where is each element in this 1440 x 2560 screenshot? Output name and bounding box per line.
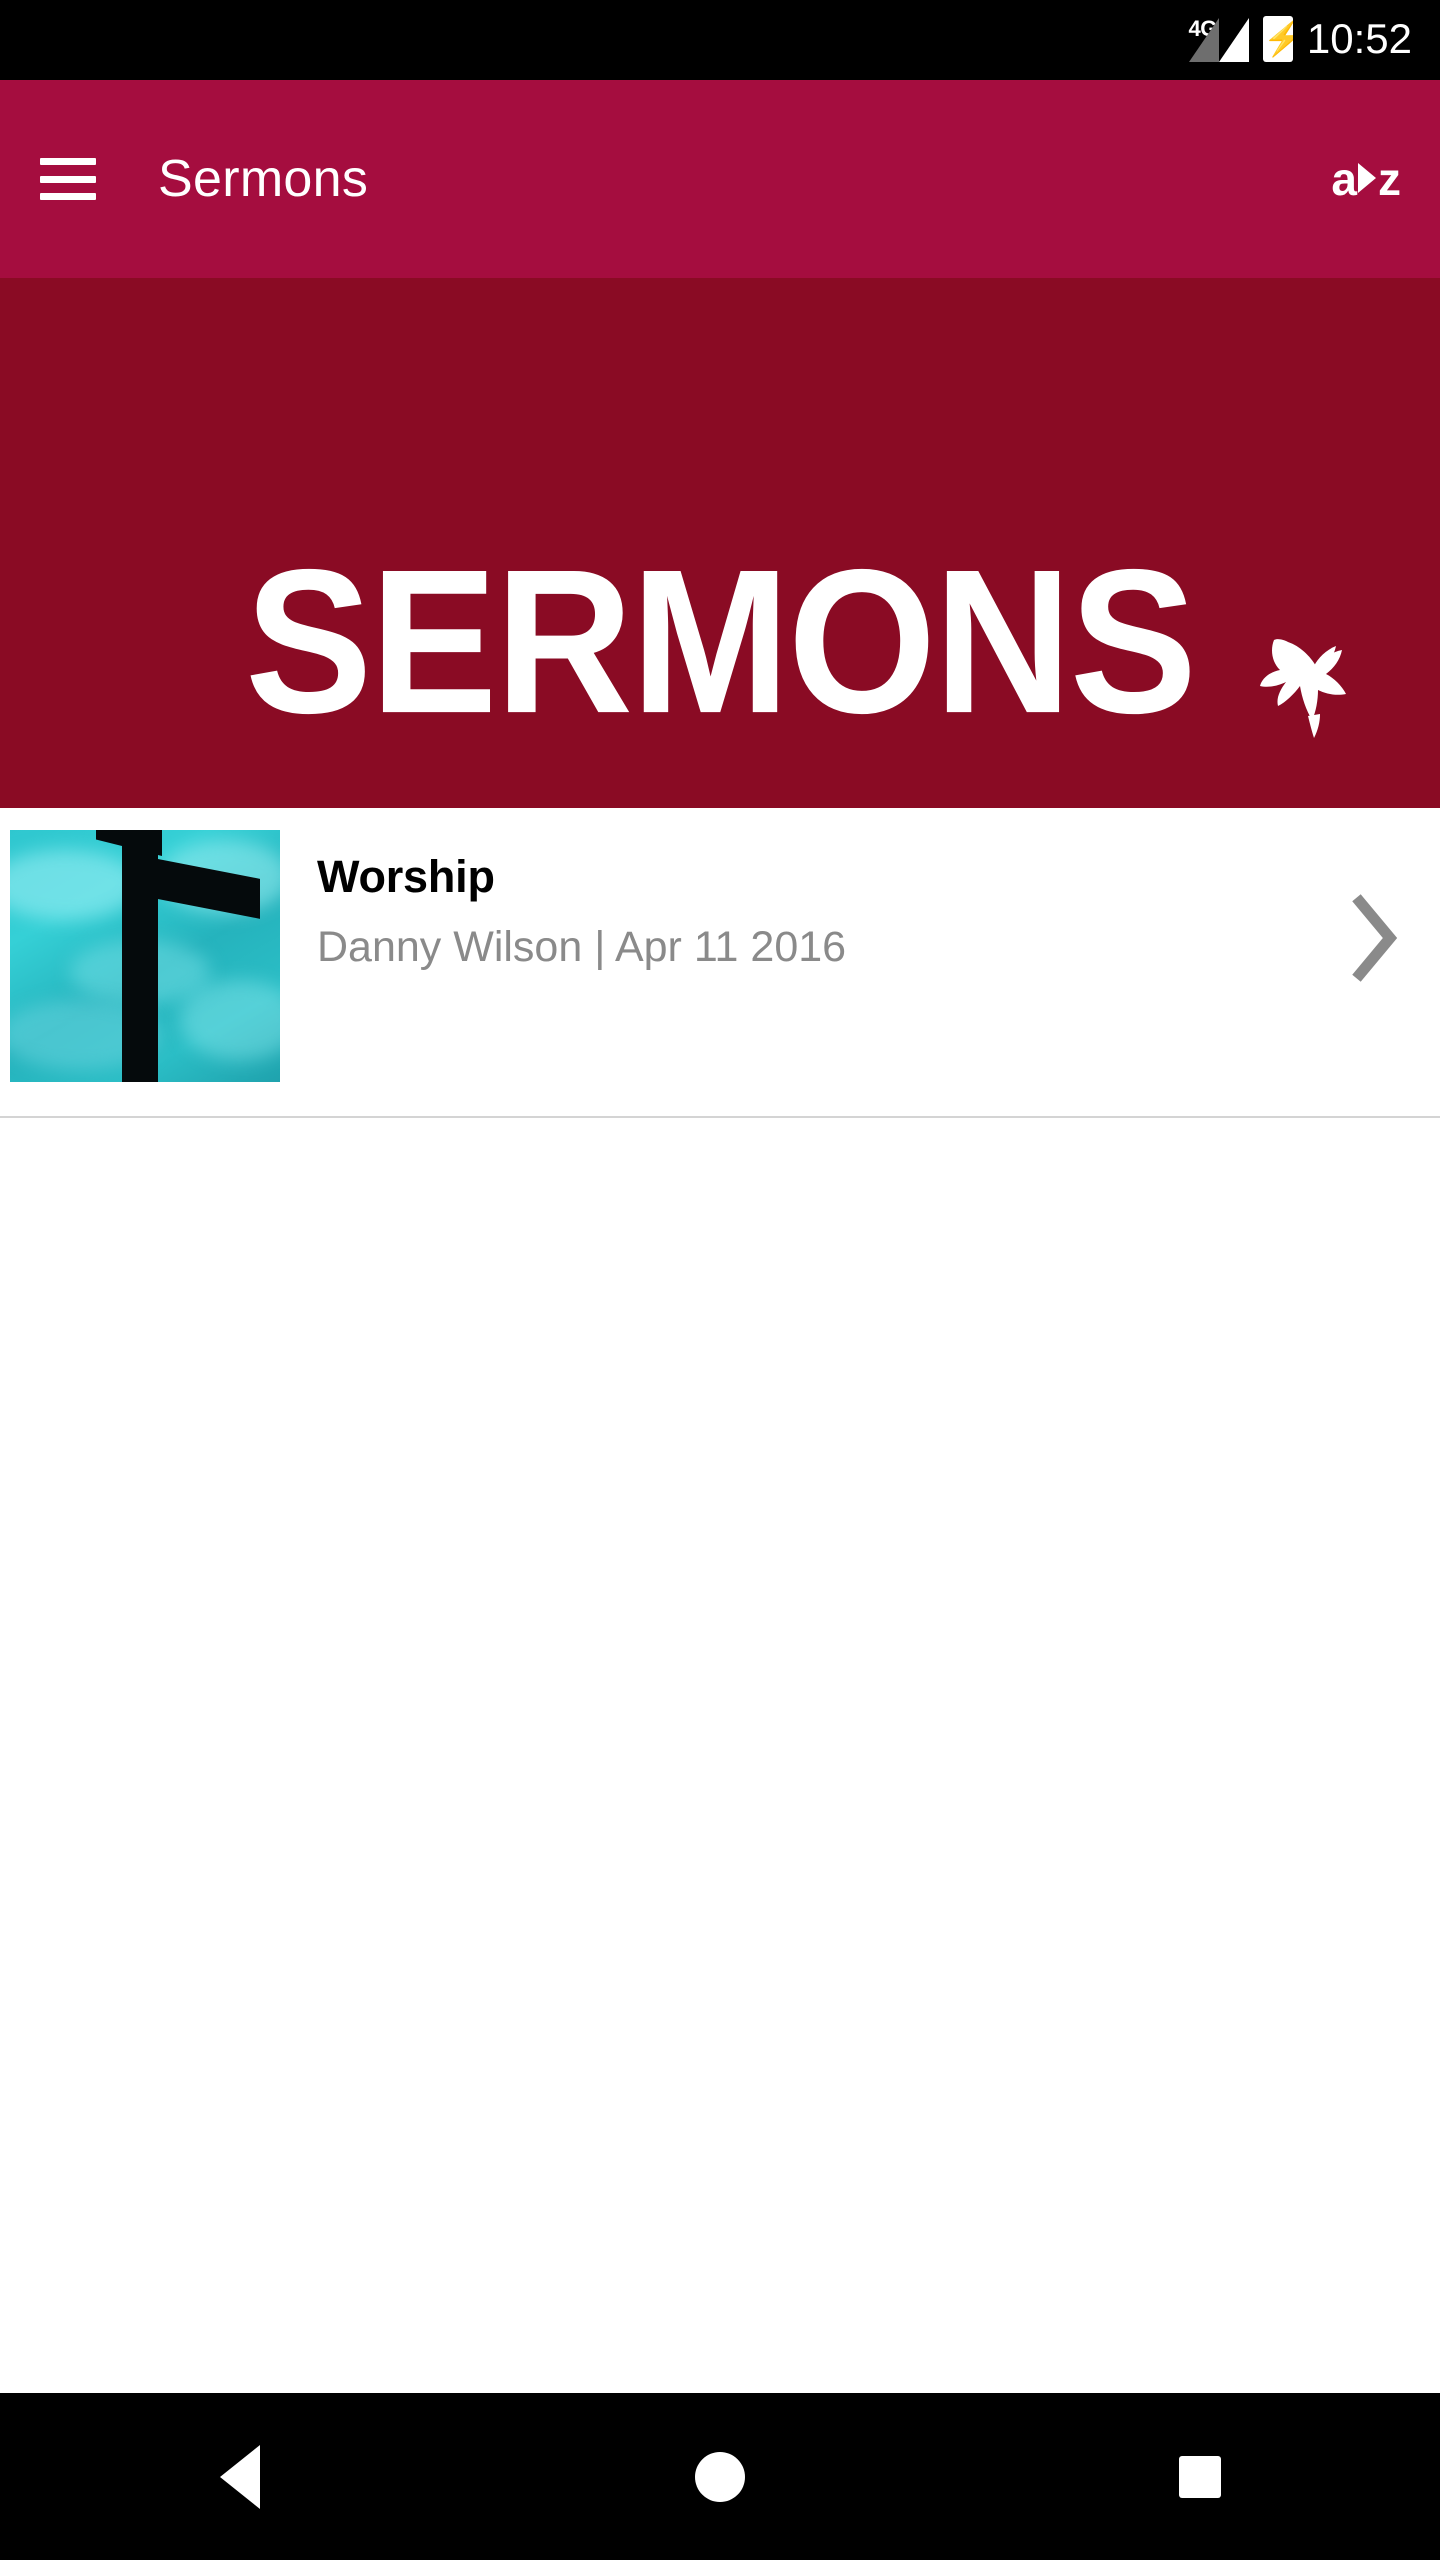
az-logo-left-letter: a: [1331, 153, 1357, 205]
list-item[interactable]: Worship Danny Wilson | Apr 11 2016: [0, 808, 1440, 1118]
status-bar-clock: 10:52: [1306, 15, 1412, 62]
hamburger-line-2: [40, 175, 96, 183]
back-icon[interactable]: [140, 2393, 340, 2560]
home-icon[interactable]: [620, 2393, 820, 2560]
battery-bolt-glyph: ⚡: [1262, 20, 1293, 58]
dove-icon: [1260, 639, 1346, 738]
chevron-right-icon[interactable]: [1310, 830, 1440, 986]
sermon-meta: Danny Wilson | Apr 11 2016: [317, 922, 847, 971]
recents-square: [1179, 2455, 1221, 2498]
cross-silhouette-thumbnail: [10, 830, 280, 1082]
hamburger-menu-icon[interactable]: [40, 158, 96, 200]
signal-bar-filled: [1218, 18, 1249, 62]
az-logo[interactable]: a z: [1331, 152, 1401, 206]
cloud-shape: [10, 850, 140, 920]
sermon-title: Worship: [317, 851, 495, 902]
sermon-list: Worship Danny Wilson | Apr 11 2016: [0, 808, 1440, 1118]
cloud-shape: [180, 980, 280, 1060]
app-screen: 4G ⚡ 10:52 Sermons a z SERMONS Worship D…: [0, 0, 1440, 2560]
android-navigation-bar: [0, 2393, 1440, 2560]
back-triangle: [220, 2444, 260, 2509]
hamburger-line-1: [40, 158, 96, 165]
status-bar: 4G ⚡ 10:52: [0, 0, 1440, 80]
app-bar: Sermons a z: [0, 80, 1440, 278]
signal-bars-icon: 4G: [1189, 16, 1249, 64]
recents-icon[interactable]: [1100, 2393, 1300, 2560]
chevron-right-glyph: [1352, 894, 1398, 982]
home-circle: [695, 2451, 745, 2502]
az-logo-right-letter: z: [1378, 153, 1401, 205]
sermons-banner: SERMONS: [0, 278, 1440, 808]
page-title: Sermons: [158, 150, 369, 208]
chevron-right-icon: [1358, 163, 1376, 193]
banner-wordmark: SERMONS: [245, 527, 1197, 757]
status-bar-icons: 4G ⚡ 10:52: [1189, 16, 1412, 64]
list-item-text: Worship Danny Wilson | Apr 11 2016: [280, 830, 1310, 971]
battery-charging-icon: ⚡: [1262, 16, 1293, 62]
hamburger-line-3: [40, 193, 96, 200]
cross-post: [122, 830, 158, 1082]
signal-bar-background: [1188, 18, 1219, 62]
